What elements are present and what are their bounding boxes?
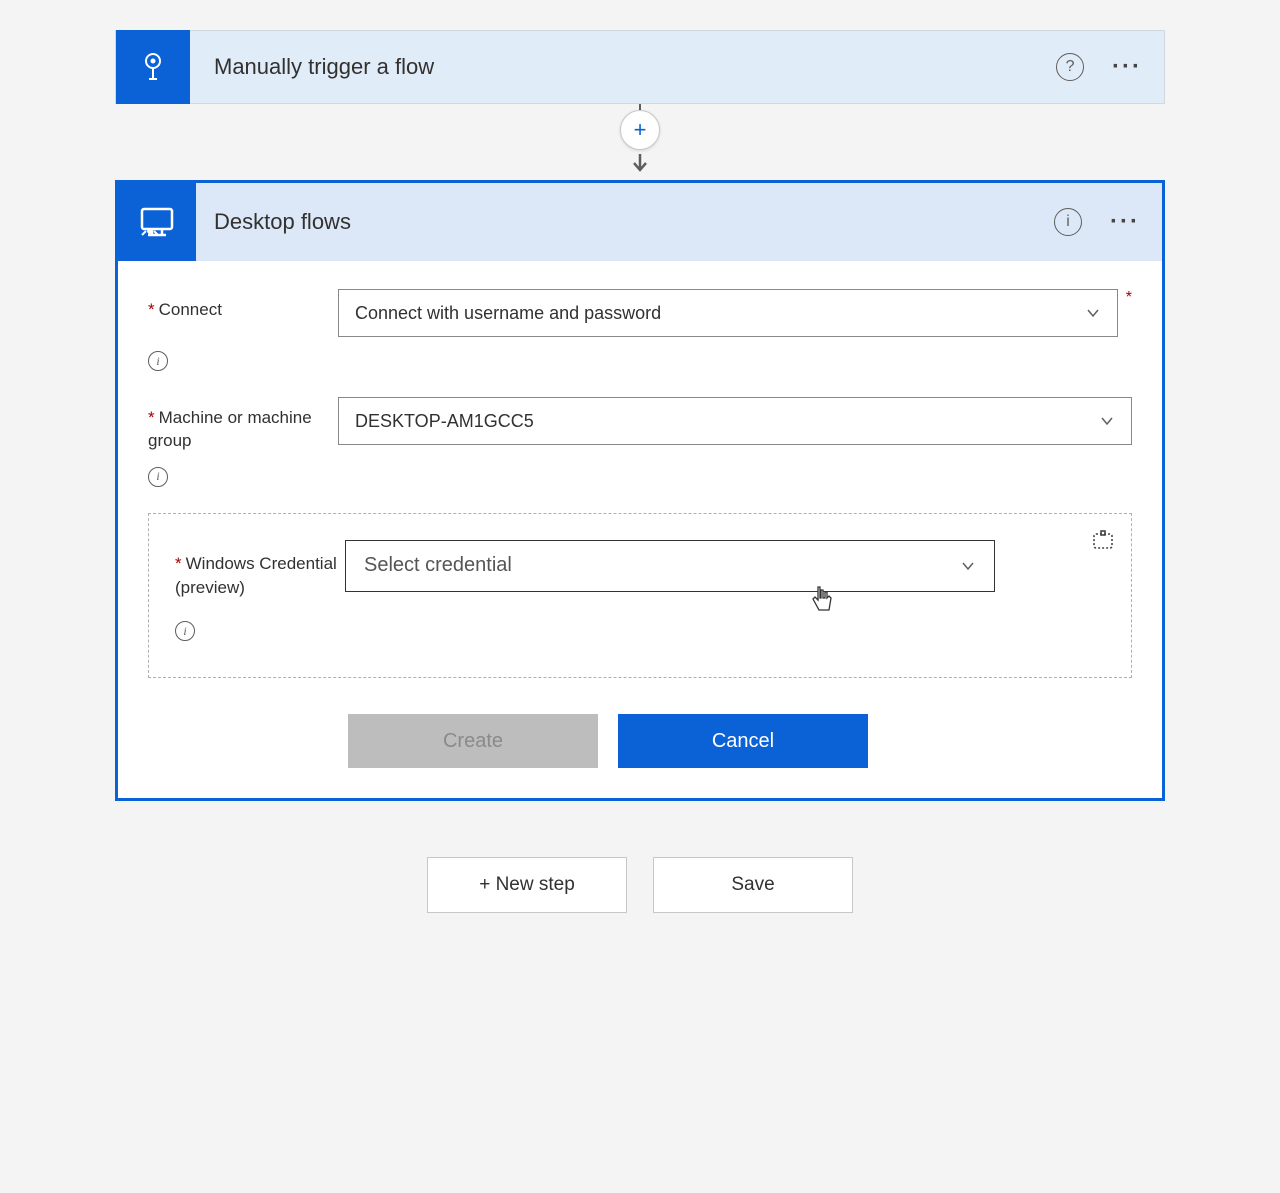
connect-info-icon[interactable]: i [148, 351, 168, 371]
credential-section: *Windows Credential (preview) Select cre… [148, 513, 1132, 679]
info-icon[interactable]: i [1054, 208, 1082, 236]
connector: + [115, 104, 1165, 174]
trigger-card[interactable]: Manually trigger a flow ? ··· [115, 30, 1165, 104]
chevron-down-icon [1085, 305, 1101, 321]
add-step-button[interactable]: + [620, 110, 660, 150]
required-marker: * [1126, 289, 1132, 307]
arrow-down-icon [629, 152, 651, 174]
credential-select[interactable]: Select credential [345, 540, 995, 592]
create-button: Create [348, 714, 598, 768]
credential-picker-icon[interactable] [1091, 528, 1115, 552]
action-header[interactable]: Desktop flows i ··· [118, 183, 1162, 261]
machine-value: DESKTOP-AM1GCC5 [355, 411, 534, 432]
chevron-down-icon [960, 558, 976, 574]
help-icon[interactable]: ? [1056, 53, 1084, 81]
cancel-button[interactable]: Cancel [618, 714, 868, 768]
trigger-icon [116, 30, 190, 104]
action-button-row: Create Cancel [148, 714, 1132, 768]
credential-placeholder: Select credential [364, 554, 512, 577]
connect-label: *Connect [148, 289, 338, 322]
chevron-down-icon [1099, 413, 1115, 429]
credential-label: *Windows Credential (preview) [175, 540, 345, 600]
action-more-icon[interactable]: ··· [1110, 210, 1140, 234]
machine-select[interactable]: DESKTOP-AM1GCC5 [338, 397, 1132, 445]
bottom-bar: + New step Save [115, 857, 1165, 913]
credential-info-icon[interactable]: i [175, 621, 195, 641]
connect-value: Connect with username and password [355, 303, 661, 324]
trigger-title: Manually trigger a flow [214, 54, 1056, 80]
new-step-button[interactable]: + New step [427, 857, 627, 913]
action-body: *Connect Connect with username and passw… [118, 261, 1162, 798]
action-title: Desktop flows [214, 209, 1054, 235]
connect-select[interactable]: Connect with username and password [338, 289, 1118, 337]
save-button[interactable]: Save [653, 857, 853, 913]
action-card: Desktop flows i ··· *Connect Connect wit… [115, 180, 1165, 801]
machine-label: *Machine or machine group [148, 397, 338, 453]
desktop-flows-icon [118, 183, 196, 261]
more-icon[interactable]: ··· [1112, 55, 1142, 79]
machine-info-icon[interactable]: i [148, 467, 168, 487]
